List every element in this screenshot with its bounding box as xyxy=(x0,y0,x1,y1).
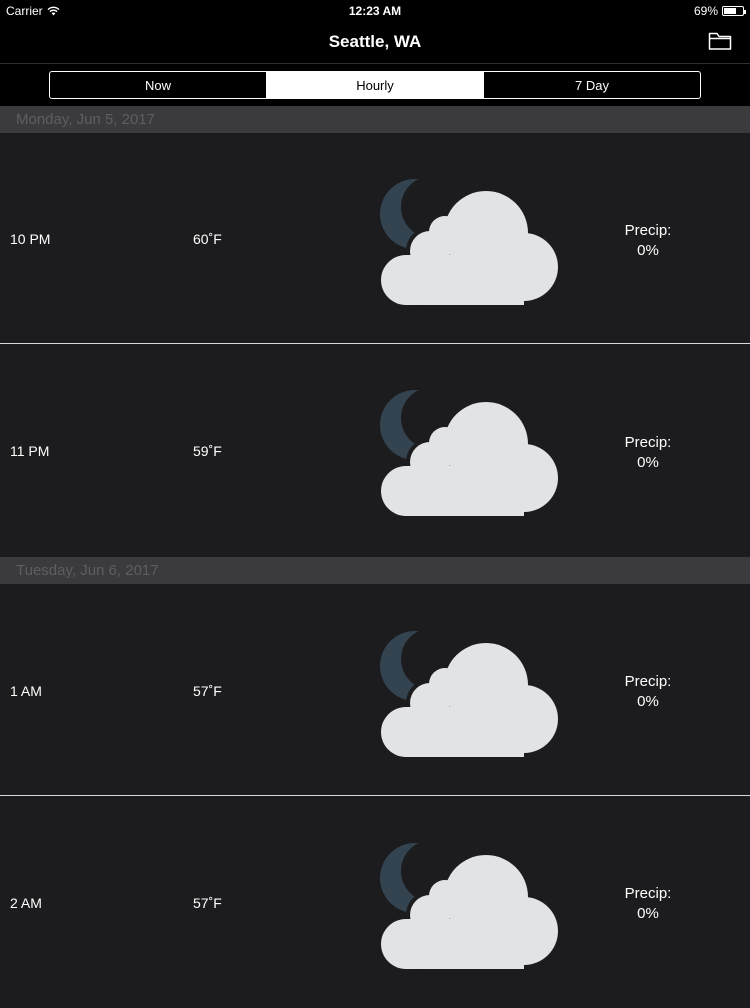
row-time: 1 AM xyxy=(10,683,42,699)
hourly-row[interactable]: 2 AM 57˚F Precip: 0% xyxy=(0,797,750,1008)
status-time: 12:23 AM xyxy=(348,4,402,18)
row-divider xyxy=(0,343,750,344)
row-time: 10 PM xyxy=(10,231,51,247)
row-temperature: 57˚F xyxy=(193,683,222,699)
partly-cloudy-night-icon xyxy=(377,388,560,518)
row-time: 11 PM xyxy=(10,443,50,459)
status-right: 69% xyxy=(693,4,746,18)
row-temperature: 57˚F xyxy=(193,895,222,911)
segment-now[interactable]: Now xyxy=(50,72,266,98)
segmented-control: Now Hourly 7 Day xyxy=(49,71,701,99)
precip-value: 0% xyxy=(637,693,659,710)
row-temperature: 59˚F xyxy=(193,443,222,459)
battery-fill xyxy=(724,8,736,14)
row-precip: Precip: 0% xyxy=(606,884,690,924)
partly-cloudy-night-icon xyxy=(377,841,560,971)
row-precip: Precip: 0% xyxy=(606,433,690,473)
battery-cap xyxy=(744,10,746,14)
section-header: Tuesday, Jun 6, 2017 xyxy=(0,557,750,584)
battery-icon xyxy=(722,6,746,16)
segment-7-day[interactable]: 7 Day xyxy=(483,72,700,98)
page-title: Seattle, WA xyxy=(328,32,422,51)
precip-value: 0% xyxy=(637,905,659,922)
battery-percent: 69% xyxy=(693,4,718,18)
precip-label: Precip: xyxy=(624,434,672,451)
row-precip: Precip: 0% xyxy=(606,672,690,712)
partly-cloudy-night-icon xyxy=(377,177,560,307)
precip-label: Precip: xyxy=(624,885,672,902)
row-time: 2 AM xyxy=(10,895,42,911)
hourly-row[interactable]: 1 AM 57˚F Precip: 0% xyxy=(0,585,750,796)
hourly-row[interactable]: 10 PM 60˚F Precip: 0% xyxy=(0,133,750,344)
section-header: Monday, Jun 5, 2017 xyxy=(0,106,750,133)
precip-value: 0% xyxy=(637,454,659,471)
folder-icon[interactable] xyxy=(708,31,732,51)
segment-hourly[interactable]: Hourly xyxy=(266,72,483,98)
precip-label: Precip: xyxy=(624,222,672,239)
row-precip: Precip: 0% xyxy=(606,221,690,261)
row-temperature: 60˚F xyxy=(193,231,222,247)
nav-bar: Seattle, WA xyxy=(0,22,750,64)
row-divider xyxy=(0,795,750,796)
hourly-row[interactable]: 11 PM 59˚F Precip: 0% xyxy=(0,345,750,556)
precip-value: 0% xyxy=(637,242,659,259)
precip-label: Precip: xyxy=(624,673,672,690)
status-bar: Carrier 12:23 AM 69% xyxy=(0,0,750,22)
segment-bar: Now Hourly 7 Day xyxy=(0,64,750,106)
partly-cloudy-night-icon xyxy=(377,629,560,759)
